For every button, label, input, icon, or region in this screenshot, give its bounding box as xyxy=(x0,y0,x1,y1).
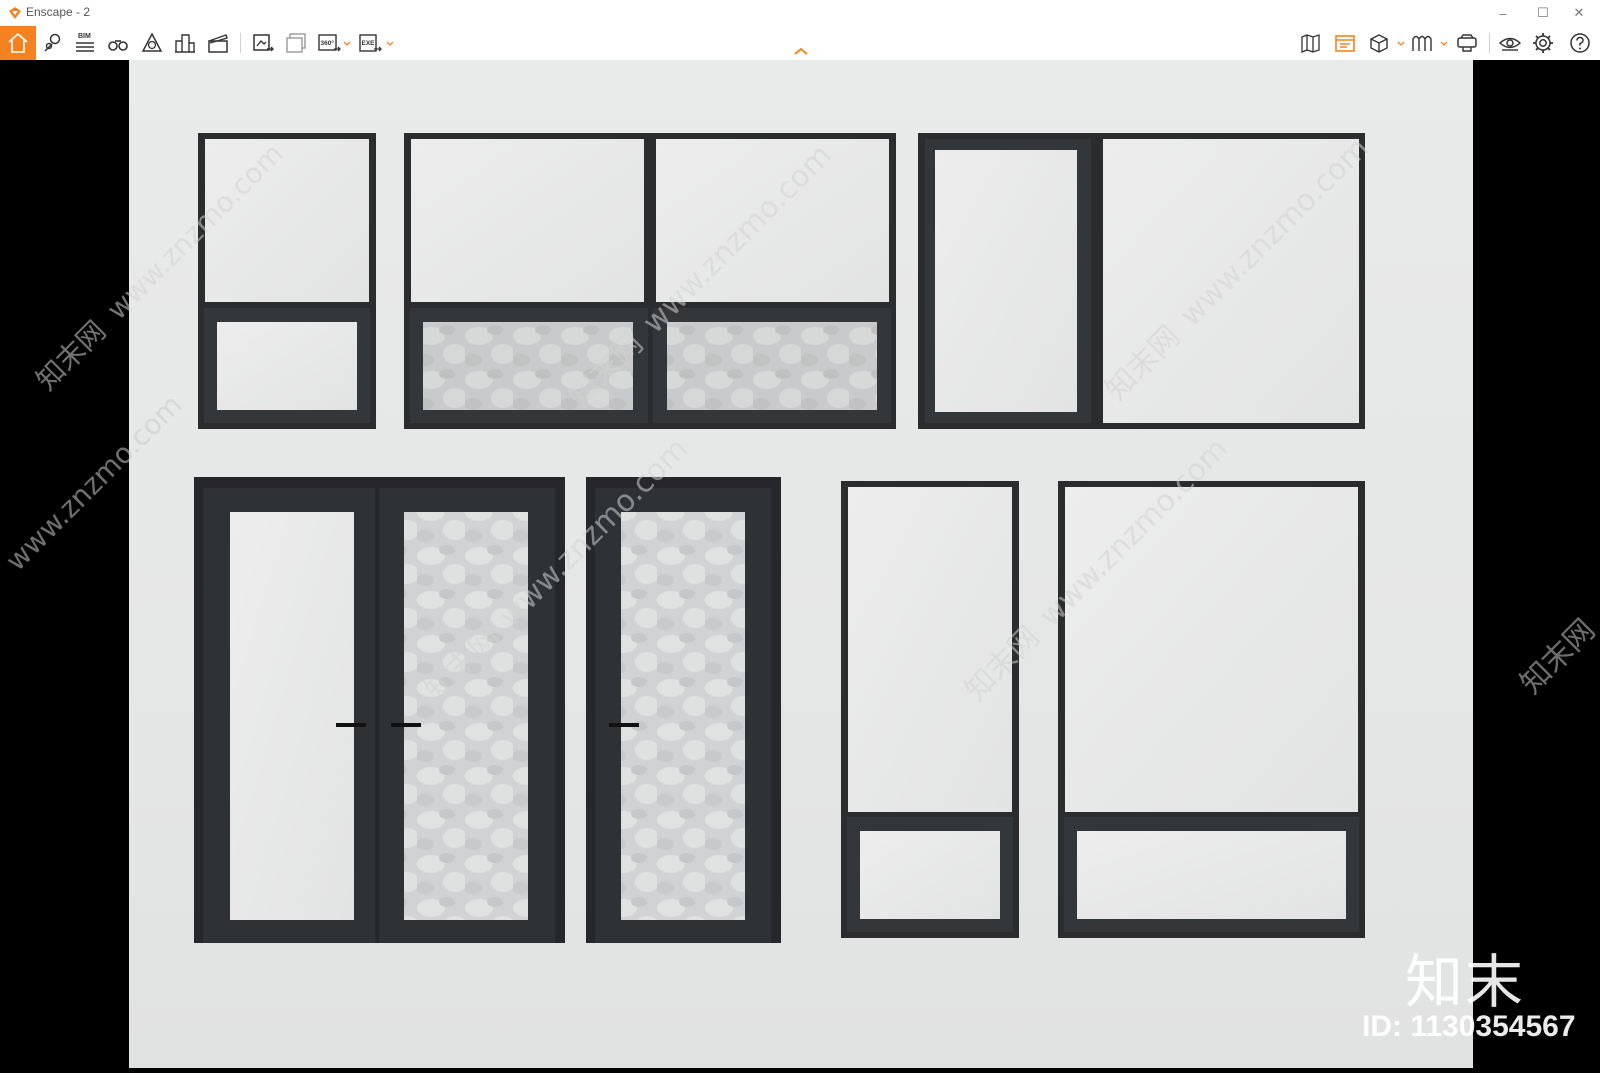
bim-button[interactable]: BIM xyxy=(68,26,102,60)
watermark-text: www.znzmo.com xyxy=(636,138,839,341)
watermark-text: 知末网 xyxy=(30,314,113,397)
minimize-icon: – xyxy=(1499,5,1507,21)
watermark-text: 知末网 xyxy=(562,326,650,414)
cube-icon xyxy=(1370,34,1388,53)
batch-render-button[interactable] xyxy=(279,26,313,60)
watermark-text: www.znzmo.com xyxy=(1033,431,1236,634)
atmosphere-button[interactable] xyxy=(135,26,169,60)
binoculars-icon xyxy=(108,40,128,51)
screenshot-icon xyxy=(253,34,274,52)
watermark-text: 知末网 xyxy=(958,620,1046,708)
collapse-toolbar-icon[interactable] xyxy=(792,46,810,56)
views-icon xyxy=(1335,35,1355,52)
title-bar: Enscape - 2 – ☐ ✕ xyxy=(0,0,1600,26)
map-icon xyxy=(1301,34,1320,53)
brand-watermark: 知末 xyxy=(1405,948,1526,1016)
id-watermark: ID: 1130354567 xyxy=(1362,1010,1576,1043)
eye-icon xyxy=(1498,37,1522,51)
vr-headset-icon xyxy=(1457,34,1477,52)
help-button[interactable] xyxy=(1563,26,1597,60)
enscape-logo-icon xyxy=(9,7,21,19)
buildings-icon xyxy=(175,34,195,53)
location-button[interactable] xyxy=(36,26,70,60)
window-title: Enscape - 2 xyxy=(26,5,91,19)
map-pin-icon xyxy=(44,33,61,52)
close-icon: ✕ xyxy=(1573,5,1585,20)
views-button[interactable] xyxy=(1328,26,1362,60)
watermark-layer: 知末网 www.znzmo.com 知末网 www.znzmo.com 知末网 … xyxy=(0,131,1600,708)
bim-label: BIM xyxy=(78,33,91,40)
export-exe-button[interactable]: EXE xyxy=(353,26,387,60)
home-icon xyxy=(8,32,28,53)
panorama-label: 360° xyxy=(321,39,335,47)
watermark-text: www.znzmo.com xyxy=(0,388,189,577)
section-box-button[interactable] xyxy=(1362,26,1396,60)
screenshot-button[interactable] xyxy=(246,26,280,60)
atmosphere-icon xyxy=(141,32,163,52)
toolbar-separator xyxy=(1489,33,1490,53)
chevron-down-icon[interactable] xyxy=(1440,40,1448,48)
chevron-down-icon[interactable] xyxy=(343,40,351,48)
white-mode-button[interactable] xyxy=(1405,26,1439,60)
chevron-down-icon[interactable] xyxy=(1397,40,1405,48)
watermark-text: www.znzmo.com xyxy=(1173,131,1376,334)
binoculars-button[interactable] xyxy=(101,26,135,60)
video-editor-button[interactable] xyxy=(201,26,235,60)
panorama-icon: 360° xyxy=(318,34,341,52)
watermark-text: 知末网 xyxy=(1099,319,1187,407)
assets-button[interactable] xyxy=(168,26,202,60)
watermark-text: 知末网 xyxy=(418,620,506,708)
watermark-text: www.znzmo.com xyxy=(100,137,289,326)
settings-button[interactable] xyxy=(1526,26,1560,60)
gear-icon xyxy=(1533,33,1553,53)
help-icon xyxy=(1570,33,1590,53)
clapperboard-icon xyxy=(208,34,228,53)
watermark-text: 知末网 xyxy=(1514,613,1600,701)
maximize-icon: ☐ xyxy=(1537,5,1549,20)
batch-render-icon xyxy=(286,33,306,53)
map-button[interactable] xyxy=(1294,26,1328,60)
export-exe-icon: EXE xyxy=(359,34,382,52)
chevron-down-icon[interactable] xyxy=(386,40,394,48)
arches-icon xyxy=(1412,35,1432,51)
close-button[interactable]: ✕ xyxy=(1556,0,1600,26)
toolbar-separator xyxy=(240,33,241,53)
bim-icon: BIM xyxy=(76,33,94,52)
vr-headset-button[interactable] xyxy=(1450,26,1484,60)
home-button[interactable] xyxy=(0,26,36,60)
exe-label: EXE xyxy=(362,40,376,47)
watermark-text: www.znzmo.com xyxy=(493,431,696,634)
visibility-button[interactable] xyxy=(1493,26,1527,60)
panorama-button[interactable]: 360° xyxy=(312,26,346,60)
